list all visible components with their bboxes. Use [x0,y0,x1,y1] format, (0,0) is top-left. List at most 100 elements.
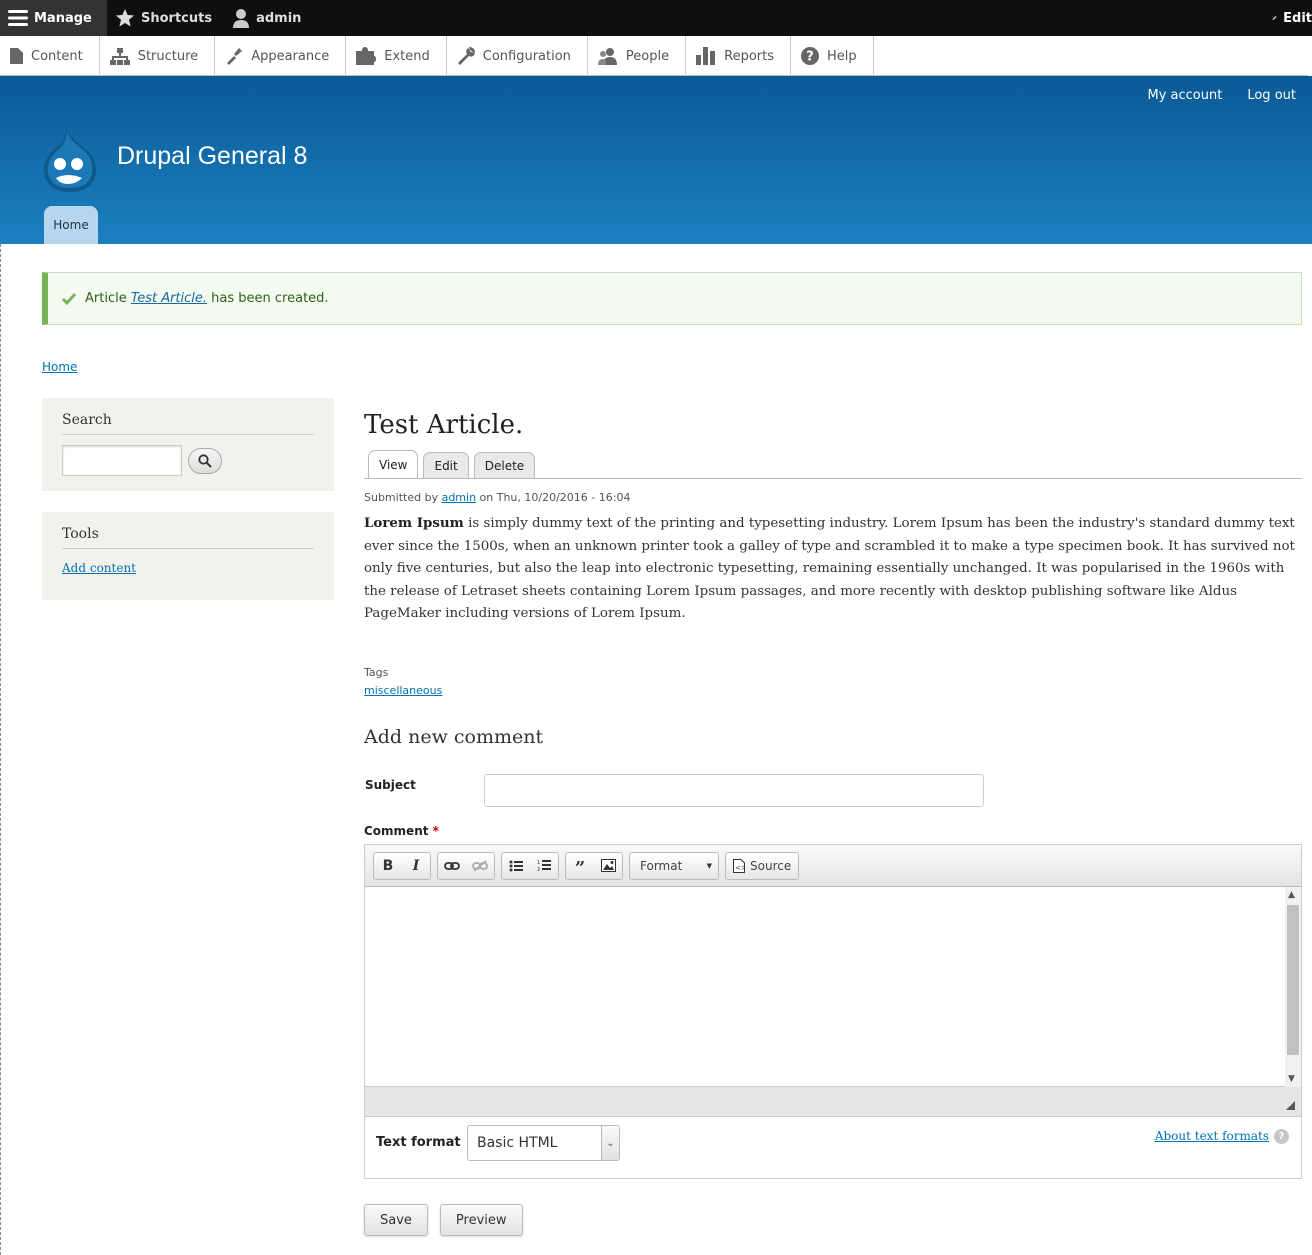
add-content-link[interactable]: Add content [62,561,314,575]
help-icon: ? [801,47,819,65]
comment-editor: B I 12 ” Format ▼ <> Source ▲ ▼ Text for… [364,844,1302,1179]
comment-label: Comment * [364,824,439,838]
people-icon [597,48,617,65]
tray-item-people[interactable]: People [588,36,687,76]
user-label: admin [256,10,302,26]
blockquote-button[interactable]: ” [566,853,594,879]
text-format-label: Text format [376,1135,461,1150]
italic-button[interactable]: I [402,853,430,879]
tray-item-appearance[interactable]: Appearance [215,36,347,76]
format-dropdown-label: Format [640,858,683,873]
bulleted-list-icon [509,860,523,871]
scroll-down-icon[interactable]: ▼ [1288,1074,1295,1084]
search-input[interactable] [62,445,182,476]
text-format-select[interactable]: Basic HTML ⌄ [467,1125,620,1161]
my-account-link[interactable]: My account [1148,88,1223,103]
manage-tab[interactable]: Manage [0,0,107,36]
editor-toolbar: B I 12 ” Format ▼ <> Source [365,845,1301,887]
site-header: My account Log out Drupal General 8 Home [0,76,1312,244]
editor-content-area[interactable]: ▲ ▼ [365,887,1301,1087]
tab-edit[interactable]: Edit [423,452,469,478]
tools-block: Tools Add content [42,512,334,600]
author-link[interactable]: admin [442,491,476,504]
comment-label-text: Comment [364,824,429,838]
tags-label: Tags [364,665,389,679]
tray-item-content[interactable]: Content [0,36,100,76]
tray-item-label: Structure [137,48,199,64]
pencil-icon [1272,16,1277,20]
svg-text:2: 2 [537,867,540,872]
search-block: Search [42,398,334,491]
comment-form-title: Add new comment [364,725,544,748]
basic-styles-group: B I [373,851,431,880]
search-block-title: Search [62,412,314,435]
tray-item-structure[interactable]: Structure [100,36,216,76]
site-name[interactable]: Drupal General 8 [117,142,307,171]
search-form [62,445,314,476]
body-bold: Lorem Ipsum [364,515,464,531]
shortcuts-tab[interactable]: Shortcuts [107,0,224,36]
wrench-icon [457,47,475,65]
bold-button[interactable]: B [374,853,402,879]
help-icon[interactable]: ? [1274,1129,1289,1144]
numbered-list-button[interactable]: 12 [530,853,558,879]
star-icon [116,9,134,27]
tools-block-title: Tools [62,526,314,549]
blockquote-icon: ” [574,857,586,879]
link-icon [444,861,460,870]
link-button[interactable] [438,853,466,879]
preview-button[interactable]: Preview [439,1204,523,1236]
svg-text:?: ? [806,50,814,65]
page-title: Test Article. [364,410,524,440]
tray-item-help[interactable]: ? Help [791,36,874,76]
main-menu-home[interactable]: Home [44,206,98,244]
scroll-up-icon[interactable]: ▲ [1288,890,1295,900]
tray-item-reports[interactable]: Reports [686,36,791,76]
edit-tab[interactable]: Edit [1272,0,1312,36]
resize-grip-icon[interactable] [1286,1101,1295,1110]
image-button[interactable] [594,853,622,879]
svg-text:<>: <> [735,864,745,872]
tray-item-label: Configuration [482,48,571,64]
text-format-row: Text format Basic HTML ⌄ About text form… [365,1117,1301,1178]
tab-view[interactable]: View [368,450,419,478]
breadcrumb-home[interactable]: Home [42,360,77,374]
format-dropdown[interactable]: Format ▼ [629,851,719,880]
italic-icon: I [412,857,420,874]
submitted-info: Submitted by admin on Thu, 10/20/2016 - … [364,491,1302,504]
bulleted-list-button[interactable] [502,853,530,879]
submitted-prefix: Submitted by [364,491,439,504]
edit-label: Edit [1283,10,1312,26]
caret-down-icon: ▼ [706,861,712,870]
media-group: ” [565,851,623,880]
chevron-down-icon: ⌄ [601,1126,619,1160]
editor-scrollbar[interactable]: ▲ ▼ [1285,887,1301,1087]
tray-item-configuration[interactable]: Configuration [447,36,588,76]
unlink-button[interactable] [466,853,494,879]
paintbrush-icon [227,48,243,65]
scroll-thumb[interactable] [1287,905,1299,1055]
admin-toolbar: Manage Shortcuts admin Edit [0,0,1312,36]
menu-icon [8,10,28,26]
source-button-label: Source [750,858,792,873]
tray-item-label: People [625,48,670,64]
status-suffix: has been created. [211,291,329,306]
status-article-link[interactable]: Test Article. [131,291,207,306]
source-button[interactable]: <> Source [725,851,800,880]
save-button[interactable]: Save [364,1204,428,1236]
about-text-formats-link[interactable]: About text formats [1155,1129,1269,1143]
numbered-list-icon: 12 [537,860,551,872]
search-button[interactable] [188,447,222,474]
log-out-link[interactable]: Log out [1247,88,1296,103]
lists-group: 12 [501,851,559,880]
user-tab[interactable]: admin [224,0,313,36]
tab-delete[interactable]: Delete [473,452,536,478]
checkmark-icon [62,292,76,305]
tray-item-extend[interactable]: Extend [346,36,447,76]
subject-input[interactable] [484,774,984,807]
tag-link[interactable]: miscellaneous [364,684,442,697]
tray-item-label: Help [827,48,857,64]
main-content: Test Article. View Edit Delete Submitted… [364,410,1302,1236]
tray-item-label: Appearance [251,48,330,64]
drupal-logo-icon[interactable] [40,126,100,194]
